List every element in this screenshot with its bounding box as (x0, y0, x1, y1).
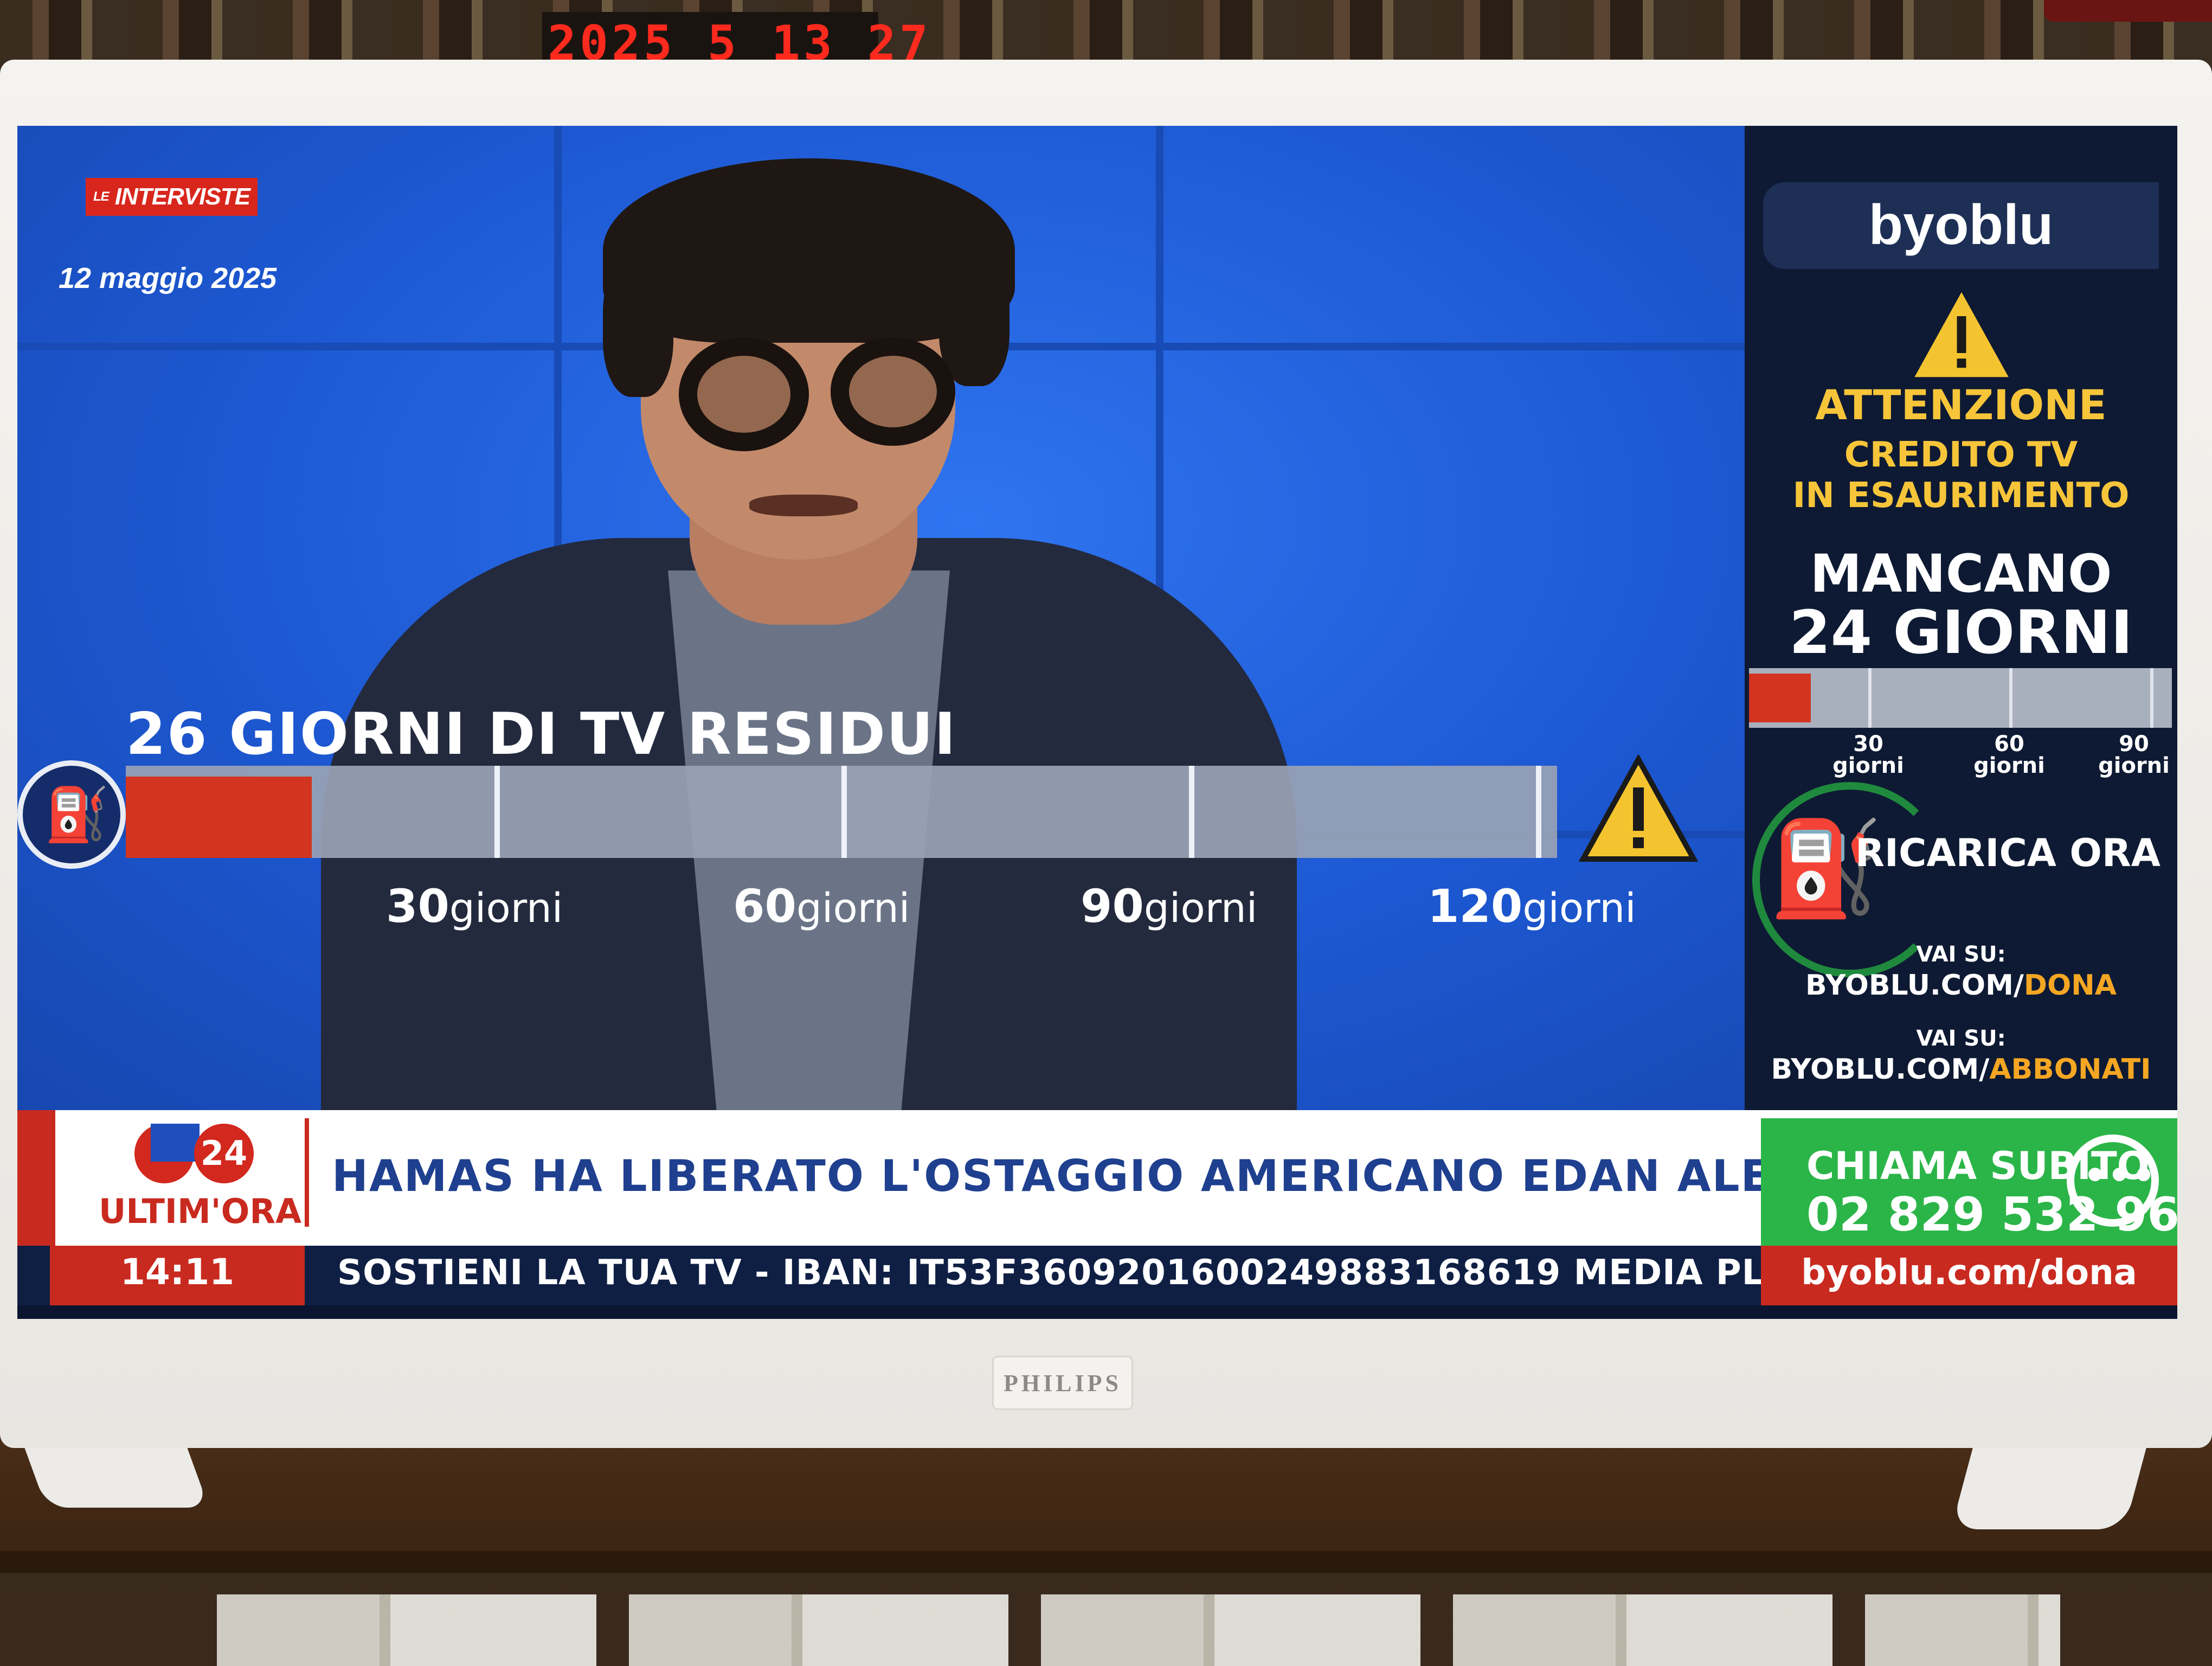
side-bar-tick-label: 30 giorni (1825, 733, 1912, 777)
interviewee (321, 158, 1297, 1135)
side-countdown-line2: 24 GIORNI (1789, 598, 2133, 667)
badge-square (151, 1124, 200, 1162)
side-bar-tick-label: 90 giorni (2091, 733, 2177, 777)
side-countdown-line1: MANCANO (1810, 543, 2112, 604)
credit-bar-title: 26 GIORNI DI TV RESIDUI (126, 701, 957, 767)
side-bar-tick (2150, 668, 2153, 728)
fuel-pump-badge: ⛽ (17, 760, 126, 869)
credit-bar-fill (126, 777, 312, 858)
fuel-pump-icon: ⛽ (44, 784, 110, 845)
hair (603, 158, 1015, 343)
warning-icon (1579, 755, 1698, 862)
credit-bar-tick (1189, 766, 1194, 858)
show-logo: LE INTERVISTE (86, 178, 258, 216)
show-logo-text: INTERVISTE (114, 183, 250, 210)
chat-dots-icon: ••• (2083, 1154, 2156, 1198)
side-cta: RICARICA ORA (1855, 831, 2160, 875)
channel-24-badge: 24 (134, 1124, 254, 1183)
side-url-dona-path: DONA (2023, 969, 2117, 1002)
side-warning-line1: CREDITO TV (1844, 435, 2078, 475)
side-tick-unit: giorni (1832, 753, 1904, 778)
badge-number: 24 (194, 1124, 254, 1183)
side-warning-title: ATTENZIONE (1815, 381, 2107, 429)
screen-bottom-edge (17, 1305, 2177, 1319)
side-bar-fill (1749, 674, 1811, 722)
mouth (749, 495, 858, 516)
side-url-dona-base: BYOBLU.COM/ (1805, 969, 2024, 1002)
tick-number: 90 (1081, 880, 1144, 933)
tv-stand-table (0, 1432, 2212, 1562)
show-logo-prefix: LE (93, 189, 110, 204)
side-vai-su-1: VAI SU: (1916, 942, 2006, 967)
credit-bar-tick-label: 90giorni (1081, 880, 1257, 933)
tv-foot-right (1951, 1443, 2148, 1529)
side-bar-tick (1868, 668, 1872, 728)
side-url-abbonati: BYOBLU.COM/ABBONATI (1745, 1053, 2177, 1086)
crawl-time: 14:11 (120, 1251, 235, 1293)
breaking-news-edge (17, 1110, 55, 1246)
glasses-right-lens (831, 337, 955, 446)
credit-bar-tick (841, 766, 847, 858)
lower-third-divider (305, 1118, 309, 1227)
side-tick-number: 30 (1853, 732, 1883, 757)
side-warning-line2: IN ESAURIMENTO (1792, 476, 2130, 516)
glasses-left-lens (679, 337, 809, 451)
tick-number: 120 (1427, 880, 1523, 933)
room-background: 2025 5 13 27 PHILIPS LE INTERVISTE 12 ma… (0, 0, 2212, 1666)
side-vai-su-2: VAI SU: (1916, 1026, 2006, 1051)
tick-number: 30 (386, 880, 449, 933)
credit-bar-tick (1536, 766, 1541, 858)
credit-bar-tick-label: 30giorni (386, 880, 563, 933)
side-tick-unit: giorni (1973, 753, 2045, 778)
side-tick-unit: giorni (2098, 753, 2170, 778)
credit-bar-tick (494, 766, 500, 858)
tick-unit: giorni (1143, 885, 1258, 932)
side-bar-tick (2009, 668, 2012, 728)
tv-brand-logo: PHILIPS (992, 1356, 1133, 1410)
byoblu-logo: byoblu (1868, 194, 2054, 257)
credit-bar-tick-label: 120giorni (1427, 880, 1636, 933)
tick-unit: giorni (449, 885, 563, 932)
side-url-dona: BYOBLU.COM/DONA (1745, 969, 2177, 1002)
side-bar-tick-label: 60 giorni (1966, 733, 2053, 777)
crawl-url: byoblu.com/dona (1801, 1253, 2137, 1293)
breaking-news-label: ULTIM'ORA (99, 1191, 302, 1231)
tick-unit: giorni (1522, 885, 1636, 932)
tv-screen: LE INTERVISTE 12 maggio 2025 26 GIORNI D… (17, 126, 2177, 1319)
side-url-abbonati-path: ABBONATI (1989, 1053, 2151, 1086)
side-bar-track (1749, 668, 2172, 728)
side-url-abbonati-base: BYOBLU.COM/ (1771, 1053, 1990, 1086)
side-warning-icon (1914, 292, 2009, 377)
news-headline: HAMAS HA LIBERATO L'OSTAGGIO AMERICANO E… (332, 1151, 1980, 1201)
tick-number: 60 (733, 880, 796, 933)
table-edge (0, 1551, 2212, 1573)
credit-bar-tick-label: 60giorni (733, 880, 910, 933)
tick-unit: giorni (796, 885, 910, 932)
side-tick-number: 90 (2119, 732, 2149, 757)
show-date: 12 maggio 2025 (59, 262, 277, 294)
side-tick-number: 60 (1994, 732, 2024, 757)
papers-under-table (217, 1594, 2060, 1666)
wall-device (2044, 0, 2212, 22)
